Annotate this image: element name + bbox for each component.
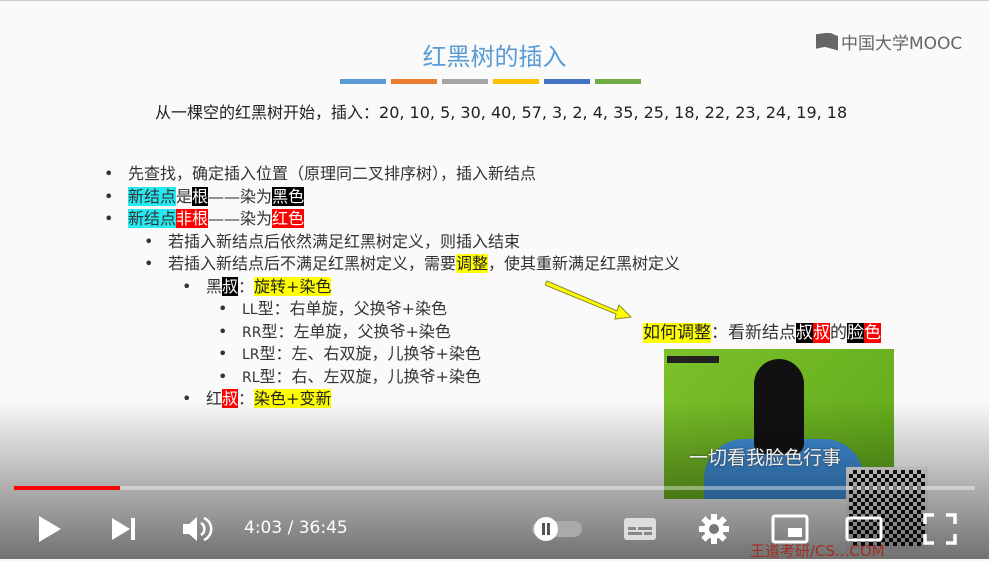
adjust-note: 如何调整：看新结点叔叔的脸色	[643, 318, 881, 343]
autoplay-toggle-icon	[532, 517, 582, 541]
text-segment: ：	[238, 277, 255, 296]
logo-icon	[816, 32, 838, 51]
text-segment: 色	[864, 323, 881, 343]
arrow-icon	[545, 280, 633, 320]
slide-footer: 王道考研/CS...COM	[750, 542, 885, 560]
next-button[interactable]	[104, 510, 144, 548]
text-segment: 根	[192, 187, 209, 206]
progress-fill	[14, 486, 120, 490]
video-subtitle: 一切看我脸色行事	[689, 447, 842, 469]
text-segment: 黑色	[272, 187, 305, 206]
bullet-icon: •	[218, 299, 228, 318]
bullet-icon: •	[104, 209, 114, 228]
subtitles-button[interactable]	[618, 510, 662, 548]
bullet-item: • 先查找，确定插入位置（原理同二叉排序树），插入新结点	[104, 163, 537, 184]
text-segment: 型：右单旋，父换爷+染色	[257, 299, 448, 318]
text-segment: 非根	[176, 209, 209, 228]
fullscreen-button[interactable]	[918, 510, 962, 548]
text-segment: 红色	[272, 209, 305, 228]
fullscreen-icon	[923, 513, 957, 545]
text-segment: 型：左单旋，父换爷+染色	[261, 322, 451, 341]
text-segment: ：看新结点	[711, 323, 796, 343]
text-segment: 旋转+染色	[254, 277, 332, 296]
bullet-icon: •	[182, 277, 192, 296]
bullet-item: • RR型：左单旋，父换爷+染色	[218, 321, 451, 344]
title-color-bars	[340, 79, 641, 84]
text-segment: 先查找，确定插入位置（原理同二叉排序树），插入新结点	[128, 164, 537, 183]
text-segment: 型：左、右双旋，儿换爷+染色	[259, 344, 481, 363]
bullet-icon: •	[218, 367, 228, 386]
bullet-icon: •	[104, 164, 114, 183]
text-segment: ——染为	[208, 209, 273, 228]
scoreboard	[667, 356, 719, 363]
bullet-icon: •	[218, 322, 228, 341]
text-segment: 是	[176, 187, 193, 206]
text-segment: 脸	[847, 323, 864, 343]
text-segment: 若插入新结点后依然满足红黑树定义，则插入结束	[168, 232, 521, 251]
text-segment: ——染为	[208, 187, 273, 206]
color-bar	[493, 79, 539, 84]
text-segment: 叔	[796, 323, 813, 343]
bullet-item: • LR型：左、右双旋，儿换爷+染色	[218, 343, 481, 366]
subtitles-icon	[624, 518, 656, 540]
bullet-icon: •	[144, 254, 154, 273]
text-segment: 新结点	[128, 187, 177, 206]
color-bar	[391, 79, 437, 84]
bullet-item: • 黑叔：旋转+染色	[182, 276, 332, 297]
text-segment: 叔	[813, 323, 830, 343]
color-bar	[442, 79, 488, 84]
bullet-item: • 新结点非根——染为红色	[104, 208, 305, 229]
settings-button[interactable]	[692, 510, 736, 548]
text-segment: RR	[242, 325, 262, 341]
mooc-logo: 中国大学MOOC	[816, 29, 962, 54]
settings-icon	[699, 514, 729, 544]
text-segment: 型：右、左双旋，儿换爷+染色	[259, 367, 481, 386]
progress-bar[interactable]	[14, 486, 975, 490]
volume-button[interactable]	[176, 510, 220, 548]
color-bar	[595, 79, 641, 84]
text-segment: 如何调整	[643, 323, 711, 343]
volume-icon	[183, 516, 213, 542]
bullet-item: • 若插入新结点后依然满足红黑树定义，则插入结束	[144, 231, 521, 252]
bullet-item: • RL型：右、左双旋，儿换爷+染色	[218, 366, 481, 389]
text-segment: ，使其重新满足红黑树定义	[488, 254, 681, 273]
autoplay-toggle[interactable]	[528, 510, 588, 548]
text-segment: RL	[242, 370, 260, 386]
text-segment: LR	[242, 347, 260, 363]
bullet-item: • 若插入新结点后不满足红黑树定义，需要调整，使其重新满足红黑树定义	[144, 253, 681, 274]
bullet-icon: •	[144, 232, 154, 251]
play-button[interactable]	[30, 510, 70, 548]
color-bar	[340, 79, 386, 84]
controls-gradient	[0, 400, 989, 559]
time-display: 4:03 / 36:45	[244, 518, 348, 538]
bullet-icon: •	[104, 187, 114, 206]
text-segment: 叔	[222, 277, 239, 296]
bullet-icon: •	[218, 344, 228, 363]
text-segment: LL	[242, 302, 258, 318]
play-icon	[39, 516, 61, 542]
text-segment: 的	[830, 323, 847, 343]
text-segment: 调整	[456, 254, 489, 273]
text-segment: 黑	[206, 277, 223, 296]
bullet-item: • LL型：右单旋，父换爷+染色	[218, 298, 448, 321]
bullet-item: • 新结点是根——染为黑色	[104, 186, 305, 207]
text-segment: 新结点	[128, 209, 177, 228]
insert-sequence: 从一棵空的红黑树开始，插入：20, 10, 5, 30, 40, 57, 3, …	[155, 103, 848, 122]
next-icon	[112, 518, 135, 540]
text-segment: 若插入新结点后不满足红黑树定义，需要	[168, 254, 457, 273]
color-bar	[544, 79, 590, 84]
